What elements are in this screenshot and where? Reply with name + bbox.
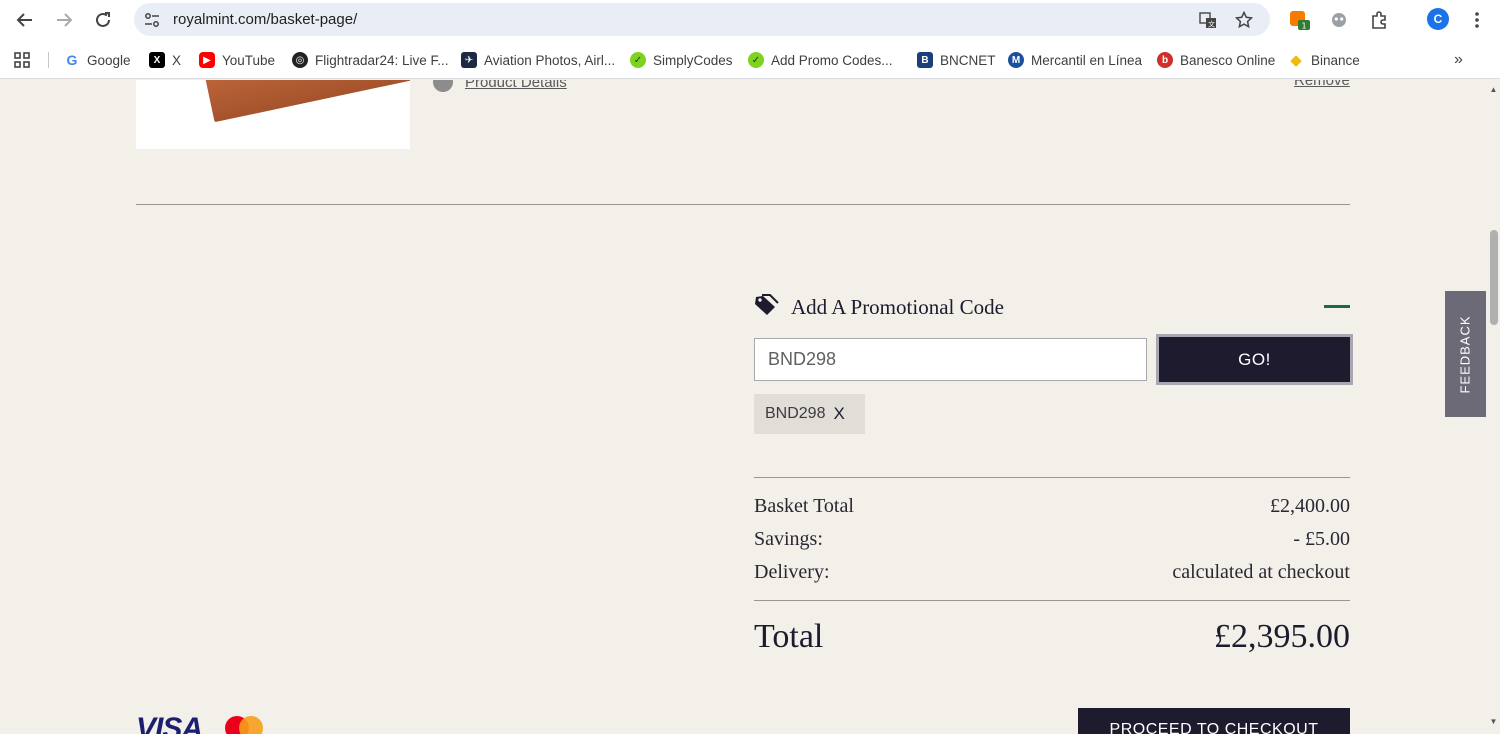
browser-menu-icon[interactable]	[1465, 8, 1489, 32]
bookmark-add-promo-codes[interactable]: ✓ Add Promo Codes...	[748, 50, 893, 70]
bookmark-star-icon[interactable]	[1234, 10, 1254, 30]
promo-code-input[interactable]: BND298	[754, 338, 1147, 381]
applied-promo-tag: BND298 X	[754, 394, 865, 434]
forward-icon[interactable]	[52, 8, 76, 32]
summary-divider-bottom	[754, 600, 1350, 601]
extension-coupon-icon[interactable]: 1	[1288, 8, 1312, 32]
url-text[interactable]: royalmint.com/basket-page/	[173, 11, 357, 28]
bookmark-label: Binance	[1311, 52, 1360, 68]
bookmark-label: Aviation Photos, Airl...	[484, 52, 616, 68]
bookmark-label: Mercantil en Línea	[1031, 52, 1143, 68]
bookmark-label: X	[172, 52, 182, 68]
x-icon: X	[149, 52, 165, 68]
browser-toolbar: royalmint.com/basket-page/ 文 1 C	[0, 0, 1500, 40]
bncnet-icon: B	[917, 52, 933, 68]
product-details-link[interactable]: Product Details	[433, 80, 567, 92]
page-scrollbar[interactable]: ▲ ▼	[1487, 80, 1500, 734]
bookmark-mercantil[interactable]: M Mercantil en Línea	[1008, 50, 1142, 70]
visa-logo: VISA	[136, 712, 203, 734]
bookmark-flightradar[interactable]: ◎ Flightradar24: Live F...	[292, 50, 449, 70]
scroll-down-icon[interactable]: ▼	[1489, 718, 1498, 726]
section-divider	[136, 204, 1350, 205]
product-image	[136, 80, 410, 149]
scroll-thumb[interactable]	[1490, 230, 1498, 325]
basket-page: Product Details Remove Add A Promotional…	[0, 80, 1487, 734]
back-icon[interactable]	[13, 8, 37, 32]
svg-text:1: 1	[1302, 22, 1307, 31]
bookmark-x[interactable]: X X	[149, 50, 181, 70]
bookmark-label: Banesco Online	[1180, 52, 1276, 68]
basket-total-value: £2,400.00	[1270, 495, 1350, 517]
bookmark-google[interactable]: G Google	[64, 50, 131, 70]
bookmark-youtube[interactable]: ▶ YouTube	[199, 50, 275, 70]
apply-promo-button[interactable]: GO!	[1156, 334, 1353, 385]
total-value: £2,395.00	[1214, 618, 1350, 655]
feedback-tab[interactable]: FEEDBACK	[1445, 291, 1486, 417]
more-bookmarks-icon[interactable]: »	[1454, 50, 1463, 70]
remove-item-link[interactable]: Remove	[1294, 80, 1350, 89]
bookmark-label: SimplyCodes	[653, 52, 733, 68]
mercantil-icon: M	[1008, 52, 1024, 68]
product-box-graphic	[202, 80, 410, 123]
feedback-label: FEEDBACK	[1458, 314, 1474, 394]
mastercard-logo	[225, 716, 265, 734]
proceed-to-checkout-button[interactable]: PROCEED TO CHECKOUT	[1078, 708, 1350, 734]
address-bar[interactable]: royalmint.com/basket-page/ 文	[134, 3, 1270, 36]
reload-icon[interactable]	[91, 8, 115, 32]
promo-header[interactable]: Add A Promotional Code	[754, 294, 1004, 321]
promo-codes-icon: ✓	[748, 52, 764, 68]
savings-label: Savings:	[754, 528, 823, 550]
profile-avatar[interactable]: C	[1427, 8, 1449, 30]
applied-promo-code: BND298	[765, 405, 826, 422]
remove-promo-button[interactable]: X	[833, 404, 844, 424]
bookmark-simplycodes[interactable]: ✓ SimplyCodes	[630, 50, 733, 70]
bookmark-binance[interactable]: ◆ Binance	[1288, 50, 1360, 70]
svg-text:文: 文	[1208, 20, 1215, 29]
total-label: Total	[754, 618, 824, 655]
site-info-icon[interactable]	[142, 10, 162, 30]
bookmark-aviation-photos[interactable]: ✈ Aviation Photos, Airl...	[461, 50, 615, 70]
bookmarks-divider	[48, 52, 49, 68]
bookmark-bncnet[interactable]: B BNCNET	[917, 50, 996, 70]
bookmarks-bar: G Google X X ▶ YouTube ◎ Flightradar24: …	[0, 40, 1500, 79]
scroll-up-icon[interactable]: ▲	[1489, 86, 1498, 94]
summary-divider-top	[754, 477, 1350, 478]
promo-title: Add A Promotional Code	[791, 295, 1004, 319]
youtube-icon: ▶	[199, 52, 215, 68]
flightradar-icon: ◎	[292, 52, 308, 68]
binance-icon: ◆	[1290, 52, 1302, 69]
basket-total-label: Basket Total	[754, 495, 854, 517]
bookmark-label: YouTube	[222, 52, 276, 68]
translate-icon[interactable]: 文	[1198, 10, 1218, 30]
extension-mask-icon[interactable]	[1327, 8, 1351, 32]
bookmark-label: Add Promo Codes...	[771, 52, 893, 68]
bookmark-label: Flightradar24: Live F...	[315, 52, 449, 68]
aviation-icon: ✈	[461, 52, 477, 68]
bookmark-label: BNCNET	[940, 52, 996, 68]
google-icon: G	[66, 52, 78, 68]
product-details-label[interactable]: Product Details	[465, 80, 567, 91]
info-icon	[433, 80, 453, 92]
extensions-puzzle-icon[interactable]	[1367, 8, 1391, 32]
tag-icon	[754, 294, 779, 321]
bookmark-banesco[interactable]: b Banesco Online	[1157, 50, 1275, 70]
simplycodes-icon: ✓	[630, 52, 646, 68]
delivery-label: Delivery:	[754, 561, 830, 583]
bookmark-label: Google	[87, 52, 131, 68]
delivery-value: calculated at checkout	[1172, 561, 1350, 583]
collapse-promo-icon[interactable]	[1324, 305, 1350, 308]
apps-grid-icon[interactable]	[13, 50, 31, 70]
banesco-icon: b	[1157, 52, 1173, 68]
savings-value: - £5.00	[1293, 528, 1350, 550]
